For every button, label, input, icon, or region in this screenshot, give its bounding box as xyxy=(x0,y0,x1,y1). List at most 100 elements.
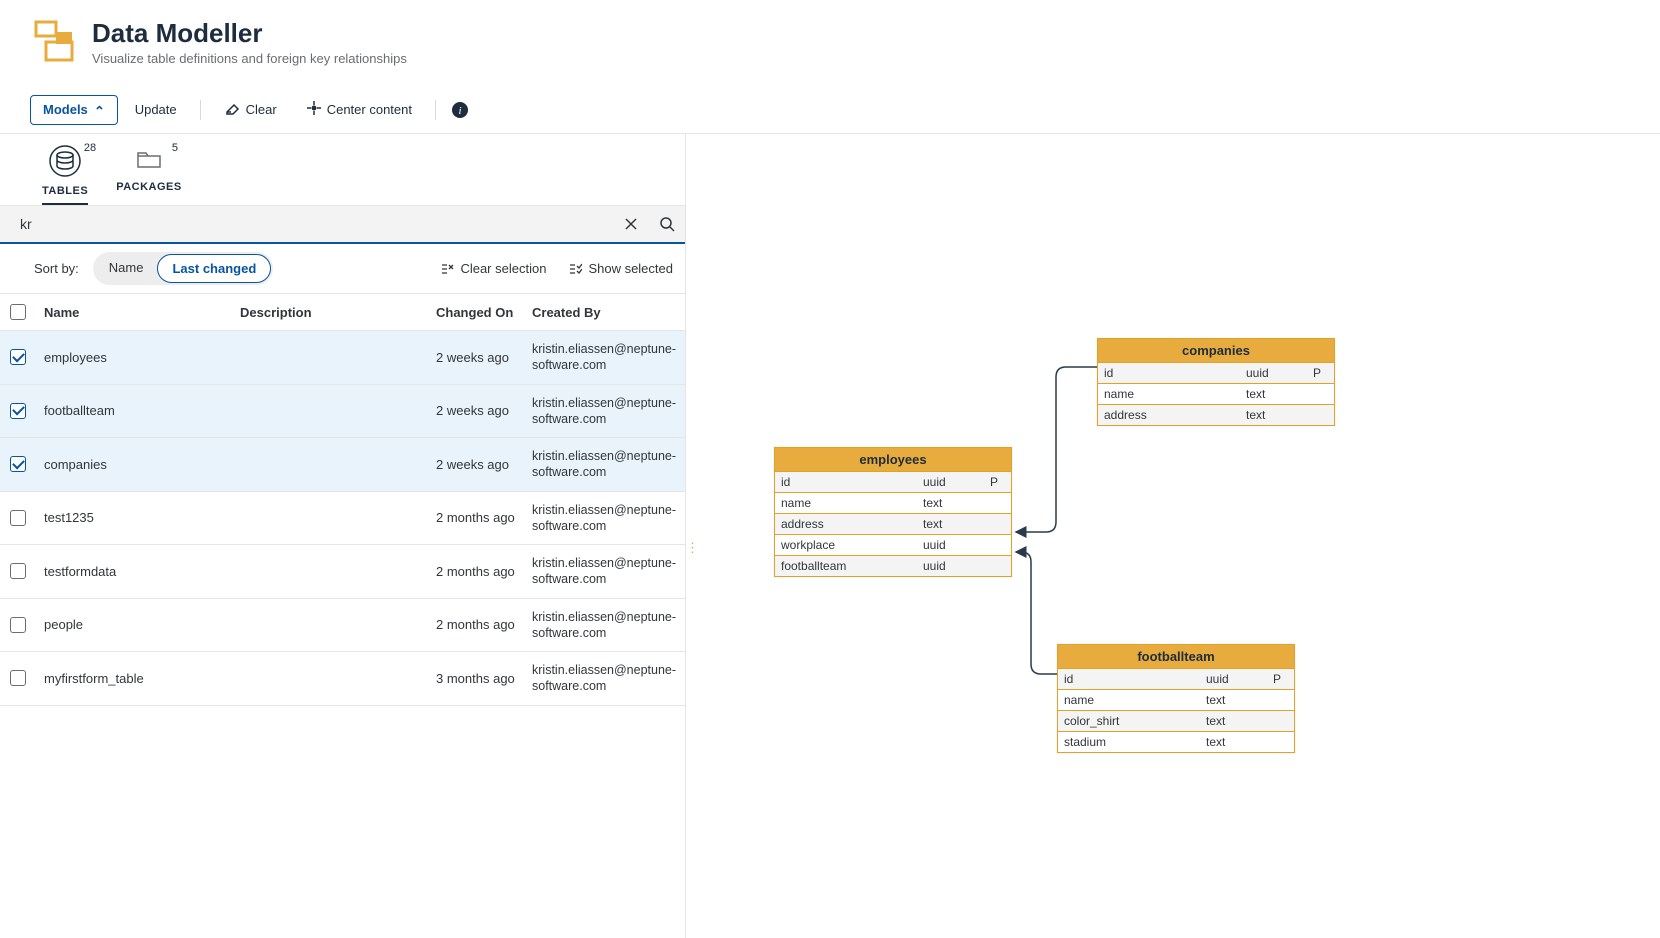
sort-by-label: Sort by: xyxy=(34,261,79,276)
field-type: text xyxy=(923,496,983,510)
field-pk xyxy=(983,538,1005,552)
app-logo xyxy=(30,18,78,66)
folder-icon xyxy=(134,162,164,177)
field-pk: P xyxy=(1306,366,1328,380)
tab-tables-label: Tables xyxy=(42,185,88,197)
entity-field: addresstext xyxy=(775,513,1011,534)
field-type: text xyxy=(1206,714,1266,728)
clear-search-button[interactable] xyxy=(613,206,649,242)
field-type: uuid xyxy=(923,559,983,573)
field-type: uuid xyxy=(923,475,983,489)
entity-footballteam-header: footballteam xyxy=(1058,645,1294,668)
entity-field: iduuidP xyxy=(775,471,1011,492)
field-type: text xyxy=(1246,408,1306,422)
row-changed-on: 2 weeks ago xyxy=(436,457,532,472)
sort-segmented: Name Last changed xyxy=(93,252,273,285)
field-pk: P xyxy=(983,475,1005,489)
table-row[interactable]: employees2 weeks agokristin.eliassen@nep… xyxy=(0,331,685,385)
tab-packages[interactable]: 5 Packages xyxy=(116,144,182,205)
filter-row: Sort by: Name Last changed Clear selecti… xyxy=(0,244,685,294)
row-checkbox[interactable] xyxy=(10,563,26,579)
field-name: id xyxy=(1064,672,1206,686)
row-changed-on: 2 weeks ago xyxy=(436,403,532,418)
row-changed-on: 2 weeks ago xyxy=(436,350,532,365)
col-created-by: Created By xyxy=(532,305,686,320)
select-all-checkbox[interactable] xyxy=(10,304,26,320)
field-pk xyxy=(1266,735,1288,749)
diagram-canvas[interactable]: ⋮⋮ employees iduuidPnametextaddresstextw… xyxy=(686,134,1660,938)
table-row[interactable]: companies2 weeks agokristin.eliassen@nep… xyxy=(0,438,685,492)
sort-name[interactable]: Name xyxy=(95,254,158,283)
list-check-icon xyxy=(568,262,582,276)
table-row[interactable]: testformdata2 months agokristin.eliassen… xyxy=(0,545,685,599)
field-pk xyxy=(1306,408,1328,422)
field-pk xyxy=(983,517,1005,531)
entity-footballteam[interactable]: footballteam iduuidPnametextcolor_shirtt… xyxy=(1057,644,1295,753)
tables-count-badge: 28 xyxy=(84,142,96,154)
database-icon xyxy=(48,166,82,181)
row-checkbox[interactable] xyxy=(10,670,26,686)
table-header: Name Description Changed On Created By xyxy=(0,294,685,331)
row-name: testformdata xyxy=(44,564,240,579)
model-tabs: 28 Tables 5 Packages xyxy=(0,134,685,206)
field-name: name xyxy=(1104,387,1246,401)
entity-field: nametext xyxy=(1098,383,1334,404)
row-name: people xyxy=(44,617,240,632)
table-row[interactable]: footballteam2 weeks agokristin.eliassen@… xyxy=(0,385,685,439)
models-button[interactable]: Models ⌄ xyxy=(30,95,118,125)
entity-employees[interactable]: employees iduuidPnametextaddresstextwork… xyxy=(774,447,1012,577)
clear-button[interactable]: Clear xyxy=(211,94,290,125)
field-pk xyxy=(1266,693,1288,707)
clear-selection-button[interactable]: Clear selection xyxy=(440,261,546,276)
field-type: uuid xyxy=(1206,672,1266,686)
search-input[interactable] xyxy=(0,207,613,241)
field-pk xyxy=(1266,714,1288,728)
page-title: Data Modeller xyxy=(92,18,407,49)
splitter-handle[interactable]: ⋮⋮ xyxy=(686,536,690,560)
field-pk xyxy=(983,559,1005,573)
search-bar xyxy=(0,206,685,244)
field-type: text xyxy=(923,517,983,531)
field-name: color_shirt xyxy=(1064,714,1206,728)
entity-field: workplaceuuid xyxy=(775,534,1011,555)
col-changed-on: Changed On xyxy=(436,305,532,320)
table-row[interactable]: people 2 months agokristin.eliassen@neptu… xyxy=(0,599,685,653)
svg-text:i: i xyxy=(458,105,461,117)
packages-count-badge: 5 xyxy=(172,142,178,154)
page-subtitle: Visualize table definitions and foreign … xyxy=(92,51,407,66)
row-created-by: kristin.eliassen@neptune-software.com xyxy=(532,341,686,374)
entity-employees-header: employees xyxy=(775,448,1011,471)
row-changed-on: 2 months ago xyxy=(436,617,532,632)
row-created-by: kristin.eliassen@neptune-software.com xyxy=(532,609,686,642)
table-row[interactable]: test12352 months agokristin.eliassen@nep… xyxy=(0,492,685,546)
list-clear-icon xyxy=(440,262,454,276)
search-button[interactable] xyxy=(649,206,685,242)
row-created-by: kristin.eliassen@neptune-software.com xyxy=(532,502,686,535)
field-name: workplace xyxy=(781,538,923,552)
field-type: text xyxy=(1246,387,1306,401)
col-name: Name xyxy=(44,305,240,320)
row-checkbox[interactable] xyxy=(10,349,26,365)
field-type: uuid xyxy=(923,538,983,552)
table-row[interactable]: myfirstform_table3 months agokristin.eli… xyxy=(0,652,685,706)
entity-companies[interactable]: companies iduuidPnametextaddresstext xyxy=(1097,338,1335,426)
row-checkbox[interactable] xyxy=(10,617,26,633)
update-button[interactable]: Update xyxy=(122,95,190,124)
row-created-by: kristin.eliassen@neptune-software.com xyxy=(532,395,686,428)
info-button[interactable]: i xyxy=(446,96,474,124)
tab-tables[interactable]: 28 Tables xyxy=(42,144,88,205)
entity-companies-header: companies xyxy=(1098,339,1334,362)
row-checkbox[interactable] xyxy=(10,403,26,419)
target-icon xyxy=(307,101,321,118)
row-name: myfirstform_table xyxy=(44,671,240,686)
center-content-button[interactable]: Center content xyxy=(294,94,425,125)
field-name: footballteam xyxy=(781,559,923,573)
row-checkbox[interactable] xyxy=(10,510,26,526)
show-selected-button[interactable]: Show selected xyxy=(568,261,673,276)
app-header: Data Modeller Visualize table definition… xyxy=(0,0,1660,134)
sort-last-changed[interactable]: Last changed xyxy=(157,254,271,283)
field-name: name xyxy=(1064,693,1206,707)
entity-field: iduuidP xyxy=(1058,668,1294,689)
row-checkbox[interactable] xyxy=(10,456,26,472)
field-pk xyxy=(983,496,1005,510)
